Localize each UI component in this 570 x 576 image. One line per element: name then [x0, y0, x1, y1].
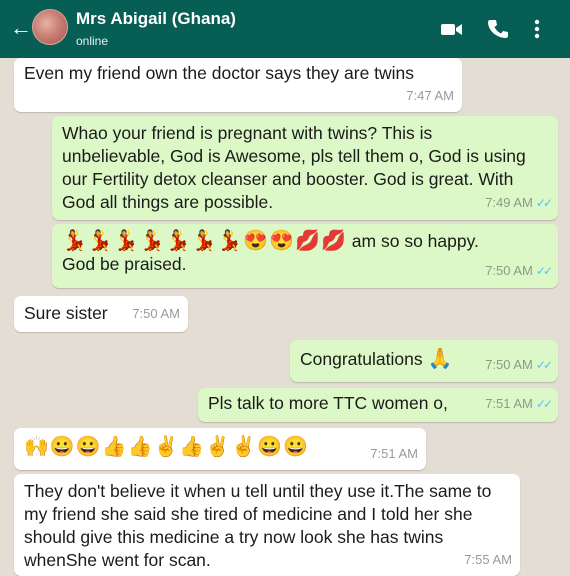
message-time: 7:51 AM — [485, 396, 533, 411]
message-text: Sure sister — [24, 303, 108, 323]
message-text: Whao your friend is pregnant with twins?… — [62, 123, 526, 212]
read-ticks-icon: ✓✓ — [535, 196, 553, 210]
message-text: They don't believe it when u tell until … — [24, 481, 492, 570]
message-time: 7:49 AM — [485, 195, 533, 210]
contact-status: online — [76, 34, 109, 48]
chat-header: ← Mrs Abigail (Ghana) online — [0, 0, 570, 58]
read-ticks-icon: ✓✓ — [535, 358, 553, 372]
message-meta: 7:50 AM ✓✓ — [485, 259, 553, 283]
incoming-message[interactable]: 🙌😀😀👍👍✌👍✌✌😀😀 7:51 AM — [14, 428, 426, 470]
outgoing-message[interactable]: Pls talk to more TTC women o, 7:51 AM ✓✓ — [198, 388, 558, 422]
back-arrow-icon[interactable]: ← — [10, 16, 32, 40]
read-ticks-icon: ✓✓ — [535, 264, 553, 278]
message-text: Pls talk to more TTC women o, — [208, 393, 448, 413]
outgoing-message[interactable]: Whao your friend is pregnant with twins?… — [52, 116, 558, 220]
message-meta: 7:49 AM ✓✓ — [485, 191, 553, 215]
message-time: 7:55 AM — [464, 552, 512, 567]
message-text: Even my friend own the doctor says they … — [24, 63, 415, 83]
message-text: 💃💃💃💃💃💃💃😍😍💋💋 am so so happy. — [62, 230, 548, 253]
message-time: 7:47 AM — [406, 88, 454, 103]
message-time: 7:50 AM — [485, 263, 533, 278]
praying-hands-emoji: 🙏 — [427, 348, 454, 370]
message-meta: 7:51 AM ✓✓ — [485, 392, 553, 416]
incoming-message[interactable]: Even my friend own the doctor says they … — [14, 58, 462, 112]
message-time: 7:50 AM — [485, 357, 533, 372]
incoming-message[interactable]: They don't believe it when u tell until … — [14, 474, 520, 576]
incoming-message[interactable]: Sure sister 7:50 AM — [14, 296, 188, 332]
message-emoji: 💃💃💃💃💃💃💃😍😍💋💋 — [62, 230, 347, 252]
read-ticks-icon: ✓✓ — [535, 397, 553, 411]
outgoing-message[interactable]: Congratulations 🙏 7:50 AM ✓✓ — [290, 340, 558, 382]
phone-icon[interactable] — [486, 18, 510, 40]
contact-name[interactable]: Mrs Abigail (Ghana) — [76, 9, 236, 29]
message-text-part: am so so happy. — [346, 231, 479, 251]
message-time: 7:51 AM — [370, 446, 418, 461]
message-emoji: 🙌😀😀👍👍✌👍✌✌😀😀 — [24, 436, 309, 458]
message-meta: 7:50 AM ✓✓ — [485, 353, 553, 377]
avatar[interactable] — [32, 9, 68, 45]
outgoing-message[interactable]: 💃💃💃💃💃💃💃😍😍💋💋 am so so happy. God be prais… — [52, 224, 558, 288]
message-time: 7:50 AM — [132, 306, 180, 321]
video-call-icon[interactable] — [440, 18, 464, 40]
message-text: Congratulations — [300, 349, 428, 369]
message-text-line: God be praised. — [62, 254, 187, 274]
more-options-icon[interactable] — [532, 18, 542, 40]
